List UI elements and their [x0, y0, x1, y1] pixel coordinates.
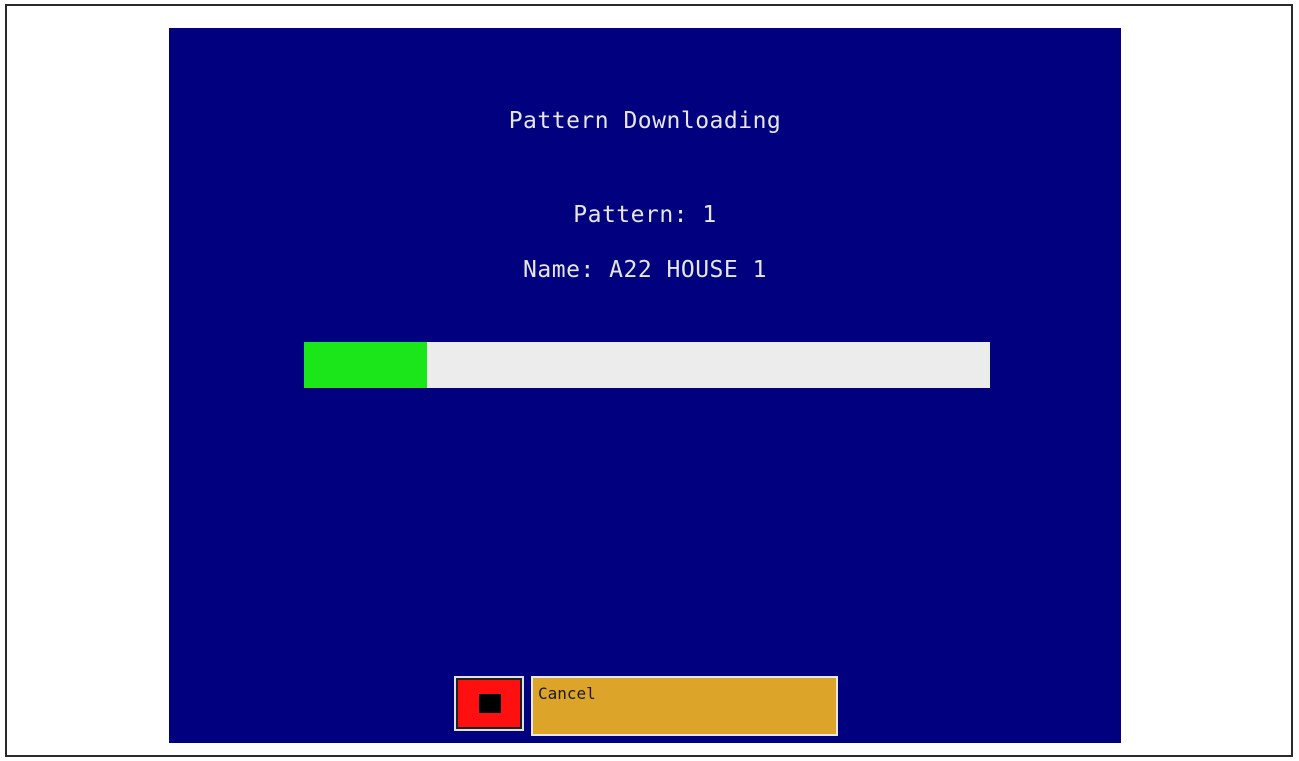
download-dialog: Pattern Downloading Pattern: 1 Name: A22…	[169, 28, 1121, 743]
cancel-label: Cancel	[538, 684, 596, 703]
outer-frame: Pattern Downloading Pattern: 1 Name: A22…	[5, 4, 1293, 757]
stop-button[interactable]	[454, 676, 524, 731]
download-progress-bar	[304, 342, 990, 388]
pattern-name: Name: A22 HOUSE 1	[523, 257, 767, 283]
dialog-title: Pattern Downloading	[508, 108, 782, 134]
progress-fill	[304, 342, 428, 388]
stop-square-icon	[479, 694, 501, 713]
pattern-number: Pattern: 1	[573, 202, 717, 228]
cancel-button[interactable]: Cancel	[531, 676, 838, 736]
